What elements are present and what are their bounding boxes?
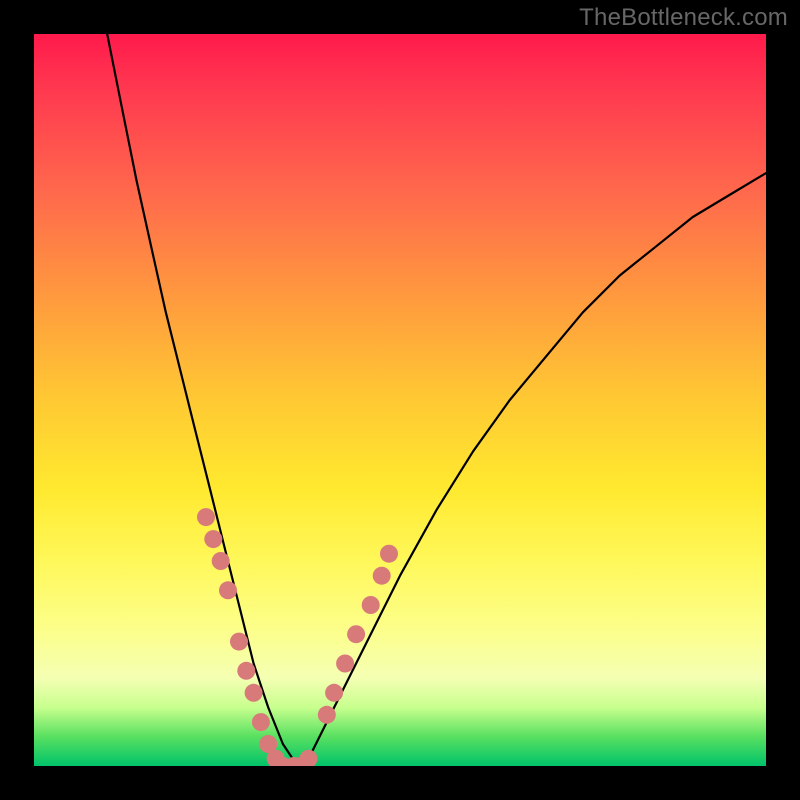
marker-dot: [362, 596, 380, 614]
chart-frame: TheBottleneck.com: [0, 0, 800, 800]
marker-dot: [245, 684, 263, 702]
marker-dot: [252, 713, 270, 731]
marker-dot: [347, 625, 365, 643]
marker-dot: [197, 508, 215, 526]
marker-dot: [204, 530, 222, 548]
marker-dot: [267, 750, 285, 766]
curve-line: [107, 34, 766, 766]
marker-dot: [300, 750, 318, 766]
plot-area: [34, 34, 766, 766]
highlighted-points: [197, 508, 398, 766]
marker-dot: [373, 567, 391, 585]
watermark-text: TheBottleneck.com: [579, 4, 788, 32]
marker-dot: [318, 706, 336, 724]
marker-dot: [230, 633, 248, 651]
marker-dot: [259, 735, 277, 753]
marker-dot: [380, 545, 398, 563]
marker-dot: [212, 552, 230, 570]
marker-dot: [336, 655, 354, 673]
marker-dot: [292, 757, 310, 766]
marker-dot: [274, 757, 292, 766]
marker-dot: [219, 581, 237, 599]
marker-dot: [325, 684, 343, 702]
bottleneck-curve: [107, 34, 766, 766]
marker-dot: [285, 757, 303, 766]
curve-layer: [34, 34, 766, 766]
marker-dot: [237, 662, 255, 680]
